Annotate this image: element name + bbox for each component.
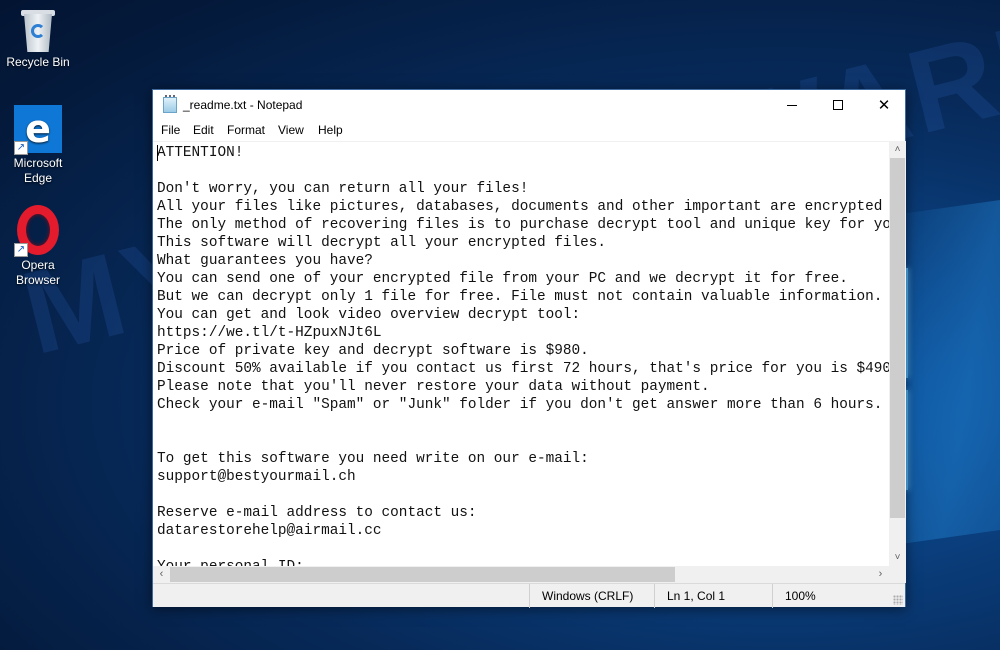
text-line	[157, 432, 889, 450]
text-line: Discount 50% available if you contact us…	[157, 361, 889, 377]
window-title: _readme.txt - Notepad	[183, 98, 303, 112]
shortcut-arrow-icon: ↗	[14, 141, 28, 155]
maximize-button[interactable]	[815, 90, 861, 120]
status-cursor-position: Ln 1, Col 1	[654, 584, 772, 608]
text-line: What guarantees you have?	[157, 253, 373, 269]
status-line-ending: Windows (CRLF)	[529, 584, 654, 608]
notepad-window: _readme.txt - Notepad ✕ File Edit Format…	[152, 89, 906, 608]
edge-icon: e ↗	[14, 105, 62, 155]
close-icon: ✕	[877, 96, 891, 114]
resize-grip-icon[interactable]	[893, 595, 903, 605]
minimize-icon	[787, 105, 797, 106]
menu-file[interactable]: File	[161, 123, 180, 137]
desktop-icon-label: Recycle Bin	[6, 55, 70, 69]
menu-view[interactable]: View	[278, 123, 304, 137]
close-button[interactable]: ✕	[861, 90, 907, 120]
horizontal-scroll-thumb[interactable]	[170, 567, 675, 582]
desktop-icon-label: Opera Browser	[15, 258, 60, 287]
text-line	[157, 414, 889, 432]
text-line: The only method of recovering files is t…	[157, 217, 889, 233]
text-editor[interactable]: ATTENTION! Don't worry, you can return a…	[153, 141, 889, 566]
text-line: Check your e-mail "Spam" or "Junk" folde…	[157, 397, 883, 413]
text-line: ATTENTION!	[157, 145, 244, 161]
menu-format[interactable]: Format	[227, 123, 265, 137]
vertical-scrollbar[interactable]: ˄ ˅	[889, 141, 906, 566]
maximize-icon	[833, 100, 843, 110]
vertical-scroll-thumb[interactable]	[890, 158, 905, 518]
text-line: Reserve e-mail address to contact us:	[157, 505, 477, 521]
recycle-bin-icon	[20, 8, 56, 52]
desktop-icon-microsoft-edge[interactable]: e ↗ Microsoft Edge	[0, 105, 76, 186]
notepad-icon	[163, 95, 177, 113]
text-line: Your personal ID:	[157, 558, 889, 566]
text-line: Price of private key and decrypt softwar…	[157, 343, 589, 359]
text-line: support@bestyourmail.ch	[157, 469, 356, 485]
minimize-button[interactable]	[769, 90, 815, 120]
text-line: datarestorehelp@airmail.cc	[157, 523, 382, 539]
text-caret	[157, 145, 158, 161]
shortcut-arrow-icon: ↗	[14, 243, 28, 257]
menu-help[interactable]: Help	[318, 123, 343, 137]
text-line: To get this software you need write on o…	[157, 451, 589, 467]
scroll-up-icon[interactable]: ˄	[889, 141, 906, 158]
text-line: All your files like pictures, databases,…	[157, 199, 889, 215]
text-line	[157, 486, 889, 504]
desktop-icon-label: Microsoft Edge	[13, 156, 63, 185]
scroll-left-icon[interactable]: ‹	[153, 566, 170, 583]
text-line: https://we.tl/t-HZpuxNJt6L	[157, 325, 382, 341]
status-bar: Windows (CRLF) Ln 1, Col 1 100%	[153, 583, 905, 608]
scrollbar-corner	[889, 566, 906, 583]
text-line: But we can decrypt only 1 file for free.…	[157, 289, 883, 305]
text-line: You can get and look video overview decr…	[157, 307, 581, 323]
status-zoom: 100%	[772, 584, 892, 608]
horizontal-scrollbar[interactable]: ‹ ›	[153, 566, 889, 583]
text-line: This software will decrypt all your encr…	[157, 235, 607, 251]
title-bar[interactable]: _readme.txt - Notepad ✕	[153, 90, 905, 120]
text-line	[157, 540, 889, 558]
menu-edit[interactable]: Edit	[193, 123, 214, 137]
document-text[interactable]: ATTENTION! Don't worry, you can return a…	[157, 144, 889, 566]
desktop-icon-opera-browser[interactable]: ↗ Opera Browser	[0, 205, 76, 288]
opera-icon: ↗	[14, 205, 62, 257]
menu-bar: File Edit Format View Help	[153, 120, 905, 140]
text-line: You can send one of your encrypted file …	[157, 271, 848, 287]
desktop-icon-recycle-bin[interactable]: Recycle Bin	[0, 8, 76, 70]
text-line	[157, 162, 889, 180]
scroll-down-icon[interactable]: ˅	[889, 549, 906, 566]
text-line: Don't worry, you can return all your fil…	[157, 181, 529, 197]
scroll-right-icon[interactable]: ›	[872, 566, 889, 583]
text-line: Please note that you'll never restore yo…	[157, 379, 710, 395]
